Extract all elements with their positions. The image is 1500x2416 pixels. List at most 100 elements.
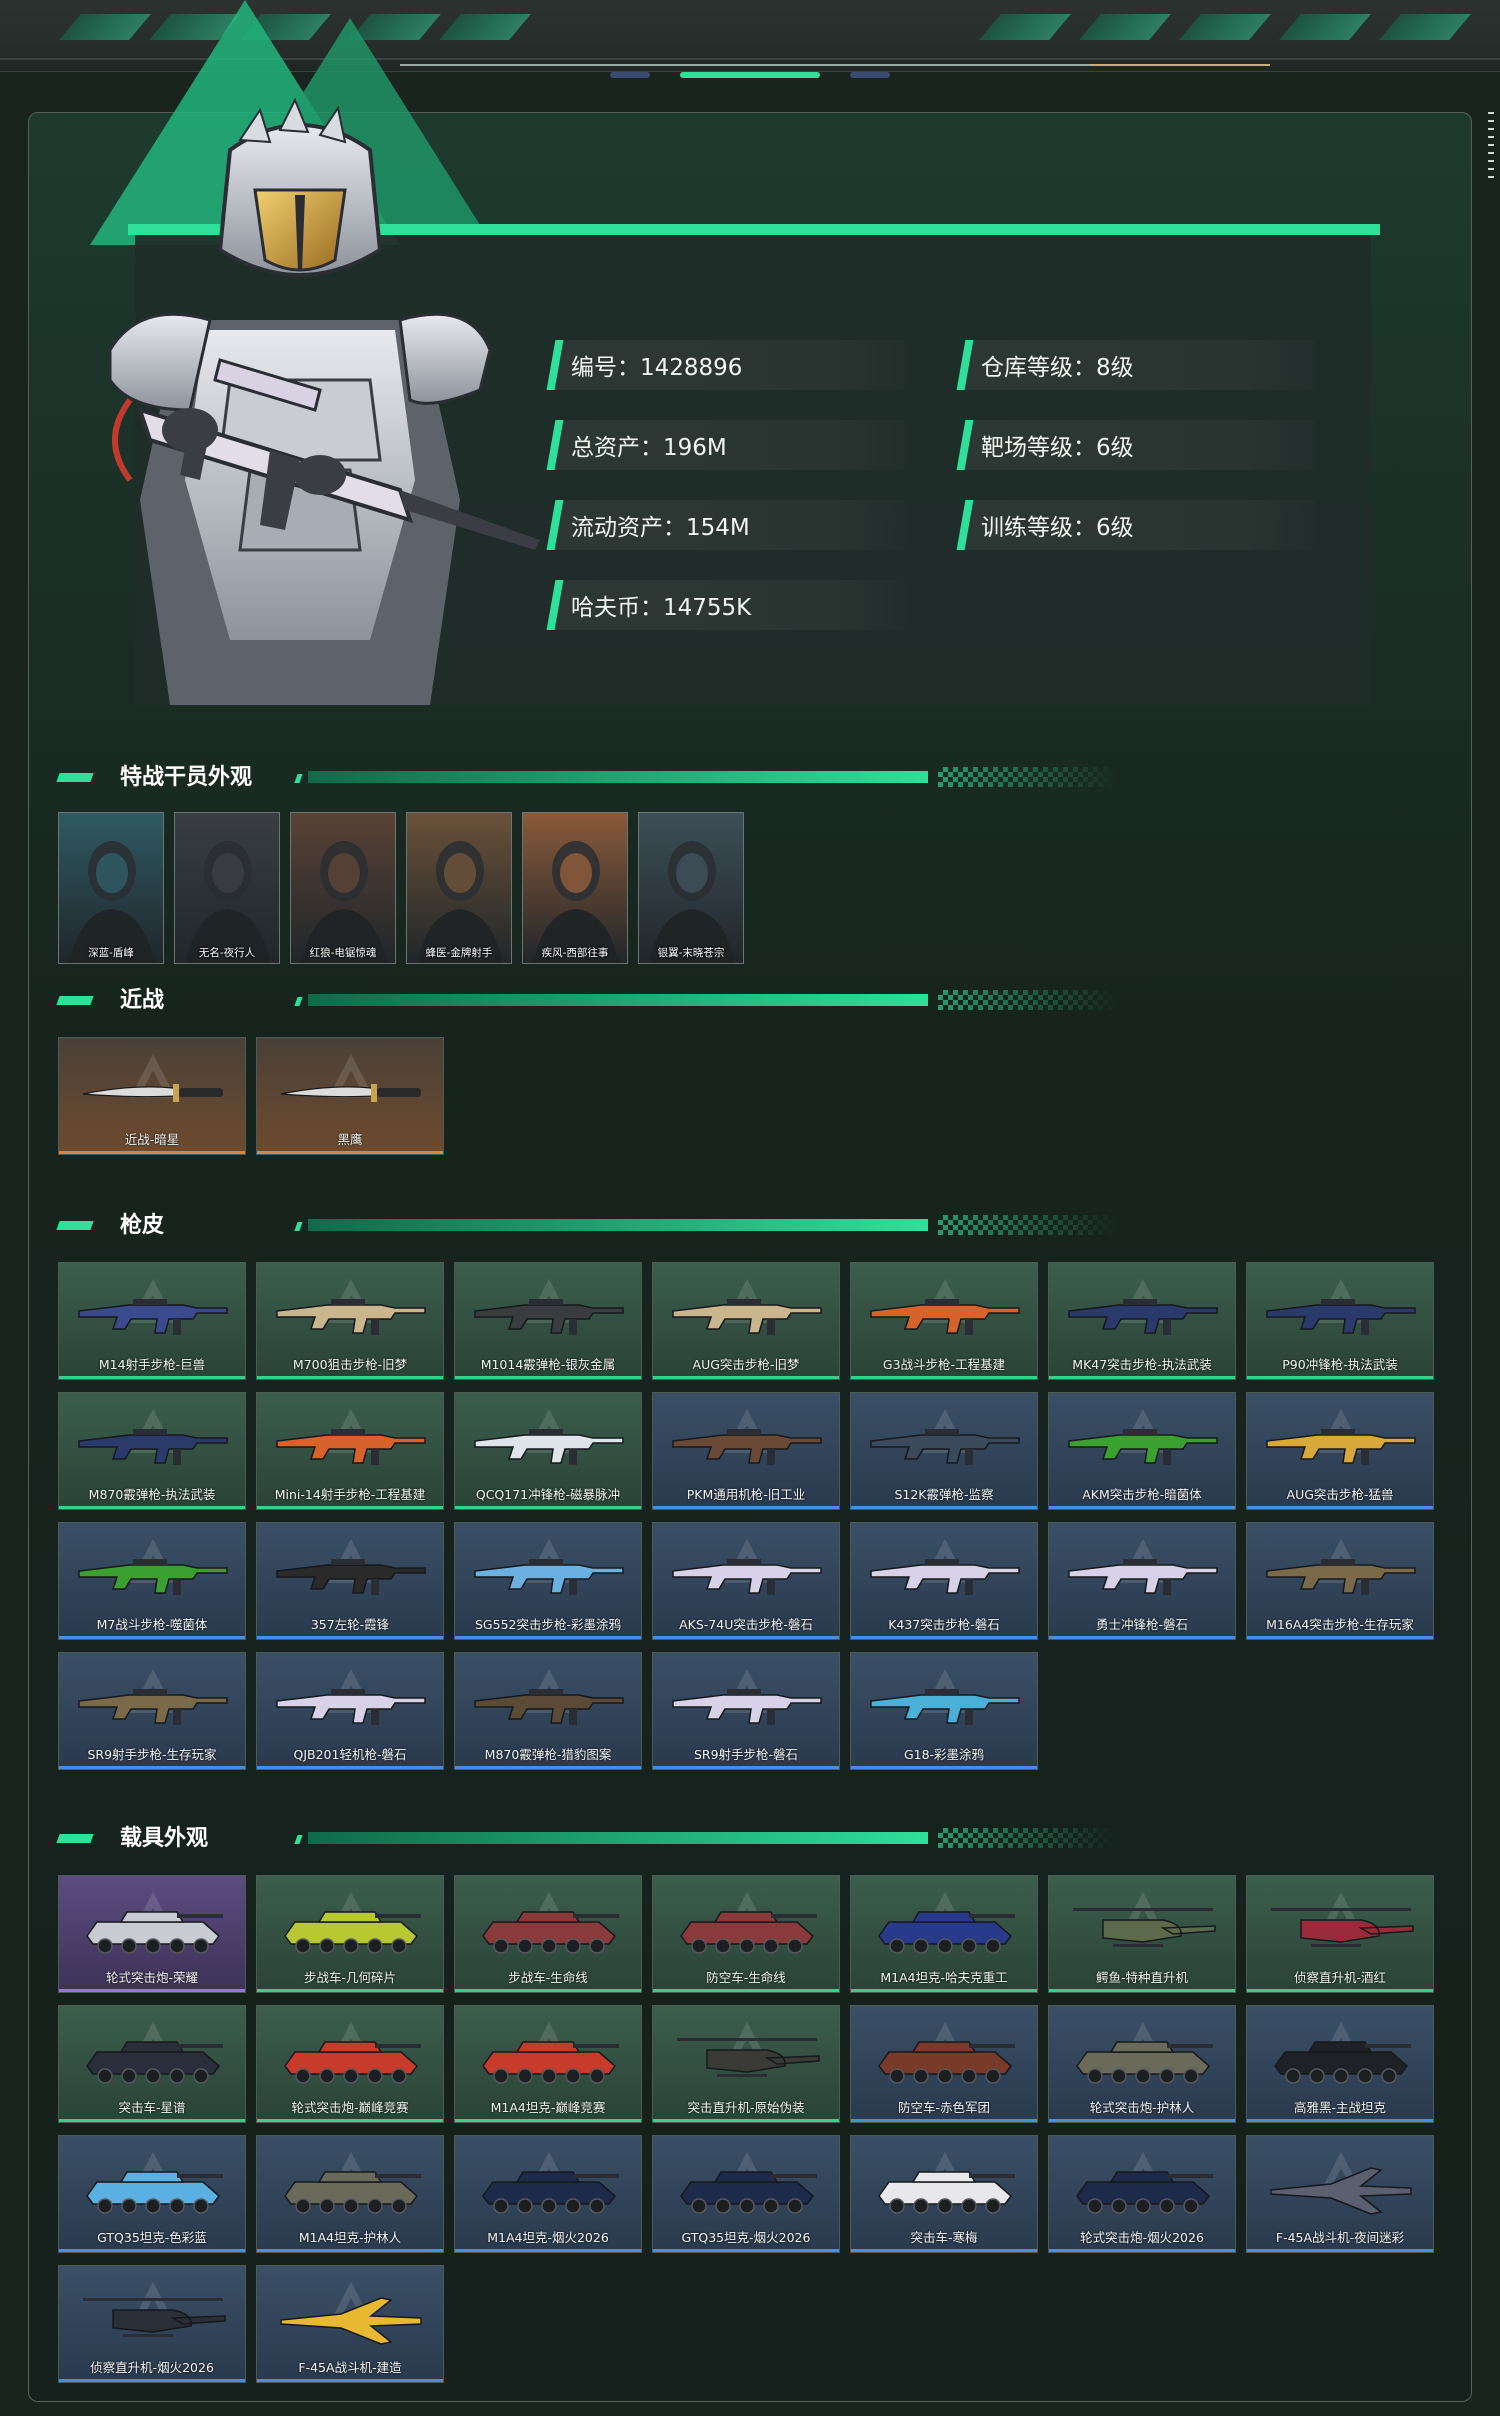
gun-skin-card[interactable]: SG552突击步枪-彩墨涂鸦 [454, 1522, 642, 1640]
rarity-bar [1049, 1506, 1235, 1509]
knife-image [280, 1084, 421, 1102]
gun-skin-card[interactable]: 勇士冲锋枪-磐石 [1048, 1522, 1236, 1640]
vehicle-skin-card[interactable]: 突击车-寒梅 [850, 2135, 1038, 2253]
gun-skin-card[interactable]: M700狙击步枪-旧梦 [256, 1262, 444, 1380]
melee-item-card[interactable]: 黑鹰 [256, 1037, 444, 1155]
section-title: 近战 [120, 988, 165, 1013]
vehicle-image [1274, 2041, 1411, 2084]
vehicle-skin-card[interactable]: 步战车-几何碎片 [256, 1875, 444, 1993]
section-checker [938, 1215, 1118, 1235]
gun-skin-card[interactable]: AUG突击步枪-旧梦 [652, 1262, 840, 1380]
vehicle-skin-card[interactable]: 防空车-赤色军团 [850, 2005, 1038, 2123]
vehicle-skin-card[interactable]: F-45A战斗机-夜间迷彩 [1246, 2135, 1434, 2253]
rarity-bar [257, 1376, 443, 1379]
gun-skin-card[interactable]: 357左轮-霞锋 [256, 1522, 444, 1640]
section-title: 载具外观 [120, 1826, 209, 1851]
vehicle-skin-label: F-45A战斗机-夜间迷彩 [1275, 2230, 1405, 2245]
gun-skin-card[interactable]: M7战斗步枪-噬菌体 [58, 1522, 246, 1640]
weapon-image [1068, 1559, 1218, 1595]
vehicle-image [1270, 2167, 1412, 2215]
rarity-bar [59, 1506, 245, 1509]
operator-card[interactable]: 红狼-电锯惊魂 [290, 812, 396, 964]
gun-skin-label: M16A4突击步枪-生存玩家 [1266, 1617, 1414, 1632]
melee-item-card[interactable]: 近战-暗星 [58, 1037, 246, 1155]
operator-card[interactable]: 无名-夜行人 [174, 812, 280, 964]
vehicle-skin-card[interactable]: M1A4坦克-烟火2026 [454, 2135, 642, 2253]
section-checker [938, 1828, 1118, 1848]
vehicle-skin-card[interactable]: M1A4坦克-护林人 [256, 2135, 444, 2253]
operator-card[interactable]: 银翼-末晓苍宗 [638, 812, 744, 964]
gun-skin-card[interactable]: G18-彩墨涂鸦 [850, 1652, 1038, 1770]
vehicle-skin-card[interactable]: 突击直升机-原始伪装 [652, 2005, 840, 2123]
gun-skin-card[interactable]: SR9射手步枪-磐石 [652, 1652, 840, 1770]
rarity-bar [455, 2249, 641, 2252]
gun-skin-card[interactable]: M14射手步枪-巨兽 [58, 1262, 246, 1380]
vehicle-skin-card[interactable]: M1A4坦克-哈夫克重工 [850, 1875, 1038, 1993]
vehicle-skin-card[interactable]: 突击车-星谱 [58, 2005, 246, 2123]
gun-skin-card[interactable]: Mini-14射手步枪-工程基建 [256, 1392, 444, 1510]
gun-skin-card[interactable]: M870霰弹枪-猎豹图案 [454, 1652, 642, 1770]
vehicle-skin-card[interactable]: 鳄鱼-特种直升机 [1048, 1875, 1236, 1993]
rarity-bar [257, 2249, 443, 2252]
stat-label: 靶场等级：6级 [981, 435, 1134, 461]
gun-skin-card[interactable]: AKS-74U突击步枪-磐石 [652, 1522, 840, 1640]
gun-skin-card[interactable]: PKM通用机枪-旧工业 [652, 1392, 840, 1510]
operator-portrait [417, 841, 503, 963]
gun-skin-label: M870霰弹枪-猎豹图案 [484, 1747, 612, 1762]
operator-card[interactable]: 深蓝-盾峰 [58, 812, 164, 964]
gun-skin-card[interactable]: M1014霰弹枪-银灰金属 [454, 1262, 642, 1380]
gun-skin-card[interactable]: MK47突击步枪-执法武装 [1048, 1262, 1236, 1380]
scrollbar-indicator[interactable] [1488, 112, 1494, 182]
operator-portrait [533, 841, 619, 963]
vehicle-skin-card[interactable]: 轮式突击炮-荣耀 [58, 1875, 246, 1993]
gun-skin-card[interactable]: M16A4突击步枪-生存玩家 [1246, 1522, 1434, 1640]
gun-skin-card[interactable]: G3战斗步枪-工程基建 [850, 1262, 1038, 1380]
weapon-image [1068, 1299, 1218, 1335]
gun-skin-label: QJB201轻机枪-磐石 [293, 1747, 407, 1762]
vehicle-skin-card[interactable]: 步战车-生命线 [454, 1875, 642, 1993]
operator-card[interactable]: 蜂医-金牌射手 [406, 812, 512, 964]
gun-skin-card[interactable]: M870霰弹枪-执法武装 [58, 1392, 246, 1510]
vehicle-skin-label: 鳄鱼-特种直升机 [1095, 1970, 1188, 1985]
vehicle-image [878, 2041, 1015, 2084]
vehicle-image [86, 2171, 223, 2214]
vehicle-skin-card[interactable]: 防空车-生命线 [652, 1875, 840, 1993]
weapon-image [672, 1559, 822, 1595]
header-stripe [1179, 14, 1271, 40]
vehicle-skin-card[interactable]: GTQ35坦克-烟火2026 [652, 2135, 840, 2253]
rarity-bar [59, 1376, 245, 1379]
rarity-bar [59, 2379, 245, 2382]
vehicle-image [680, 1911, 817, 1954]
rarity-bar [1247, 2119, 1433, 2122]
gun-skin-card[interactable]: SR9射手步枪-生存玩家 [58, 1652, 246, 1770]
vehicle-skin-card[interactable]: 轮式突击炮-烟火2026 [1048, 2135, 1236, 2253]
weapon-image [870, 1299, 1020, 1335]
operator-card[interactable]: 疾风-西部往事 [522, 812, 628, 964]
vehicle-skin-card[interactable]: 侦察直升机-烟火2026 [58, 2265, 246, 2383]
vehicle-skin-card[interactable]: 轮式突击炮-护林人 [1048, 2005, 1236, 2123]
section-checker [938, 767, 1118, 787]
weapon-image [78, 1559, 228, 1595]
vehicle-skin-card[interactable]: 高雅黑-主战坦克 [1246, 2005, 1434, 2123]
rarity-bar [257, 2379, 443, 2382]
rarity-bar [653, 2119, 839, 2122]
vehicle-skin-card[interactable]: GTQ35坦克-色彩蓝 [58, 2135, 246, 2253]
gun-skin-card[interactable]: P90冲锋枪-执法武装 [1246, 1262, 1434, 1380]
gun-skin-card[interactable]: K437突击步枪-磐石 [850, 1522, 1038, 1640]
vehicle-skin-label: 防空车-赤色军团 [897, 2100, 990, 2115]
vehicle-skin-card[interactable]: 侦察直升机-酒红 [1246, 1875, 1434, 1993]
gun-skin-card[interactable]: AUG突击步枪-猛兽 [1246, 1392, 1434, 1510]
gun-skin-card[interactable]: AKM突击步枪-暗菌体 [1048, 1392, 1236, 1510]
gun-skin-card[interactable]: QJB201轻机枪-磐石 [256, 1652, 444, 1770]
vehicle-skin-label: 突击车-星谱 [118, 2100, 186, 2115]
vehicle-skin-card[interactable]: F-45A战斗机-建造 [256, 2265, 444, 2383]
gun-skin-card[interactable]: QCQ171冲锋枪-磁暴脉冲 [454, 1392, 642, 1510]
vehicle-skin-card[interactable]: M1A4坦克-巅峰竞赛 [454, 2005, 642, 2123]
rarity-bar [59, 2249, 245, 2252]
rarity-bar [257, 1636, 443, 1639]
gun-skin-label: M1014霰弹枪-银灰金属 [480, 1357, 616, 1372]
gun-skin-card[interactable]: S12K霰弹枪-监察 [850, 1392, 1038, 1510]
rarity-bar [257, 2119, 443, 2122]
vehicle-image [86, 1911, 223, 1954]
vehicle-skin-card[interactable]: 轮式突击炮-巅峰竞赛 [256, 2005, 444, 2123]
